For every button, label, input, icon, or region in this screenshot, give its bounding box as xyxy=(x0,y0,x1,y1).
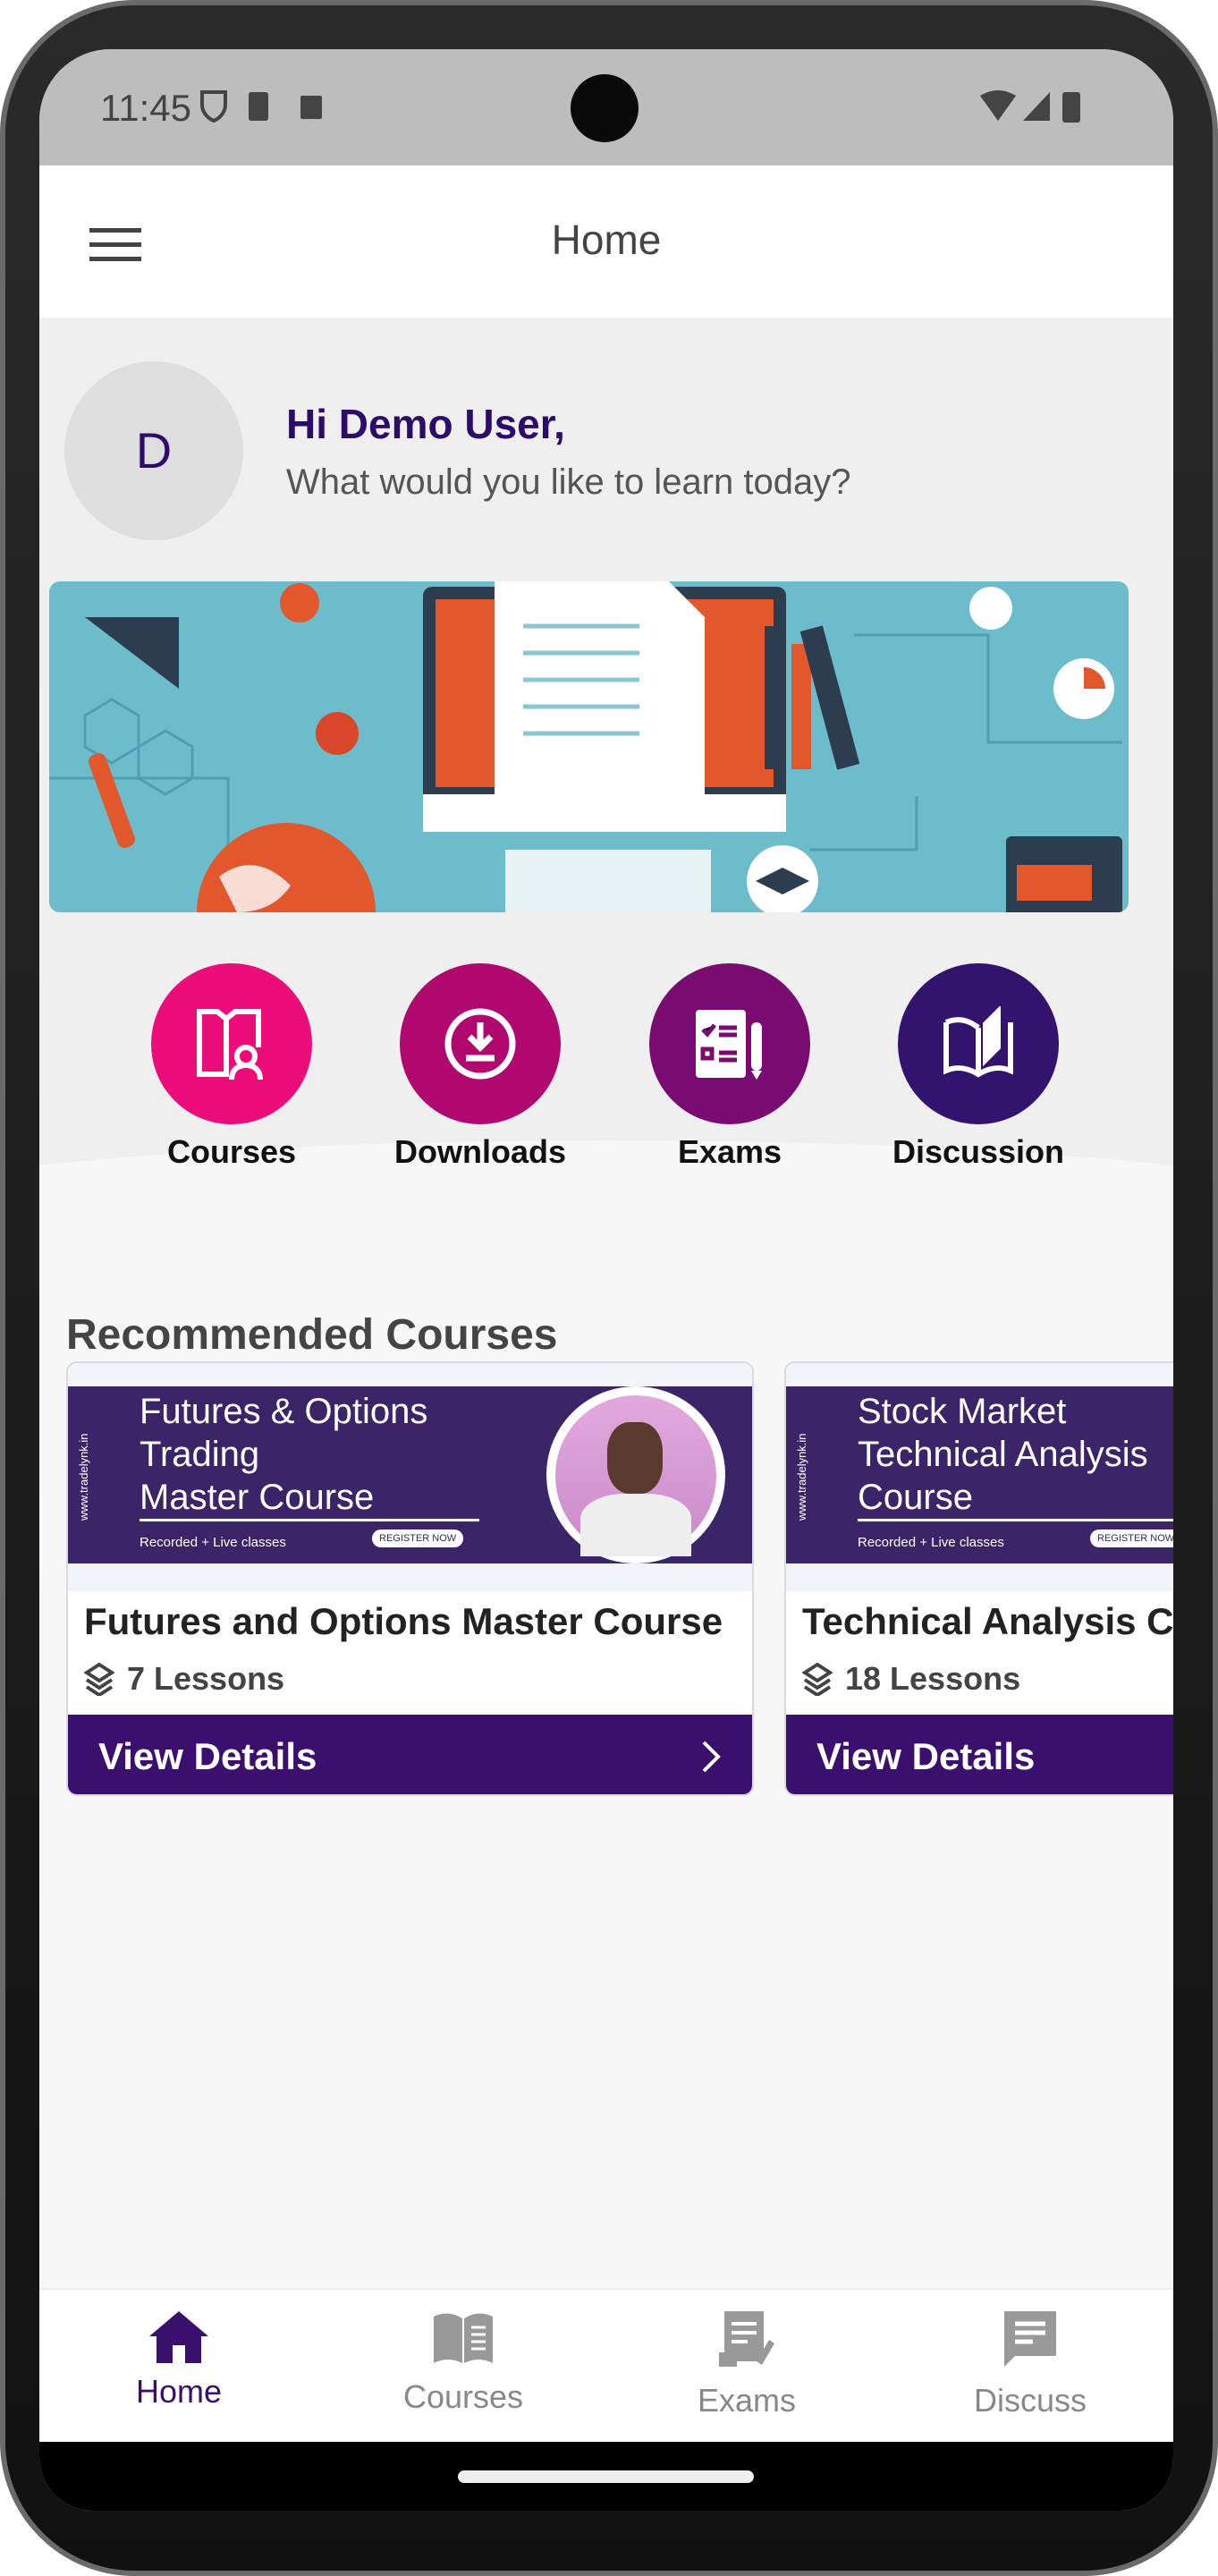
layers-icon xyxy=(802,1662,833,1696)
view-details-label: View Details xyxy=(98,1734,317,1777)
course-banner: www.tradelynk.in Stock Market Technical … xyxy=(786,1363,1173,1591)
home-icon xyxy=(149,2311,208,2363)
banner-cta: REGISTER NOW xyxy=(372,1530,464,1547)
nav-courses[interactable]: Courses xyxy=(356,2309,571,2416)
status-time: 11:45 xyxy=(100,87,191,129)
course-card[interactable]: www.tradelynk.in Futures & Options Tradi… xyxy=(66,1361,754,1796)
bottom-nav: Home Courses Exams Discuss xyxy=(39,2288,1173,2442)
page-title: Home xyxy=(551,216,662,263)
greeting-subtitle: What would you like to learn today? xyxy=(286,462,851,502)
chevron-right-icon xyxy=(702,1741,721,1772)
course-lessons: 18 Lessons xyxy=(845,1660,1021,1697)
banner-line: Stock Market xyxy=(858,1392,1067,1431)
course-card[interactable]: www.tradelynk.in Stock Market Technical … xyxy=(784,1361,1173,1796)
nav-discuss[interactable]: Discuss xyxy=(923,2309,1138,2419)
greeting-title: Hi Demo User, xyxy=(286,401,565,447)
course-banner: www.tradelynk.in Futures & Options Tradi… xyxy=(68,1363,752,1591)
course-title: Futures and Options Master Course xyxy=(84,1600,723,1642)
banner-tag: Recorded + Live classes xyxy=(858,1535,1004,1550)
instructor-photo xyxy=(555,1395,716,1556)
quick-action-exams[interactable]: Exams xyxy=(631,963,828,1171)
book-icon xyxy=(434,2313,493,2363)
status-system-icons xyxy=(980,90,1080,123)
layers-icon xyxy=(84,1662,114,1696)
quick-action-label: Courses xyxy=(166,1133,297,1170)
home-gesture-handle[interactable] xyxy=(458,2470,754,2483)
recommended-heading: Recommended Courses xyxy=(66,1311,558,1359)
nav-home[interactable]: Home xyxy=(72,2309,286,2411)
quick-action-discussion[interactable]: Discussion xyxy=(880,963,1077,1171)
course-lessons: 7 Lessons xyxy=(127,1660,285,1697)
banner-site: www.tradelynk.in xyxy=(77,1433,90,1521)
banner-line: Course xyxy=(858,1476,1173,1521)
banner-line: Trading xyxy=(140,1435,260,1474)
download-icon xyxy=(400,963,561,1124)
course-title: Technical Analysis Course xyxy=(802,1600,1173,1642)
banner-cta: REGISTER NOW xyxy=(1090,1530,1173,1547)
nav-label: Home xyxy=(135,2373,223,2410)
banner-line: Futures & Options xyxy=(140,1392,428,1431)
quick-action-label: Exams xyxy=(677,1133,782,1170)
nav-label: Discuss xyxy=(973,2382,1087,2419)
nav-exams[interactable]: Exams xyxy=(639,2309,854,2419)
nav-label: Exams xyxy=(697,2382,797,2419)
avatar[interactable]: D xyxy=(64,361,243,540)
chat-icon xyxy=(1004,2311,1056,2367)
checklist-icon xyxy=(649,963,810,1124)
nav-label: Courses xyxy=(402,2378,524,2415)
banner-tag: Recorded + Live classes xyxy=(140,1535,286,1550)
exam-icon xyxy=(719,2311,774,2367)
status-notification-icons xyxy=(200,90,322,123)
book-user-icon xyxy=(151,963,312,1124)
open-book-icon xyxy=(898,963,1059,1124)
banner-line: Technical Analysis xyxy=(858,1435,1148,1474)
view-details-label: View Details xyxy=(816,1734,1036,1777)
quick-action-courses[interactable]: Courses xyxy=(133,963,330,1171)
status-bar: 11:45 xyxy=(39,49,1173,165)
quick-action-downloads[interactable]: Downloads xyxy=(382,963,579,1171)
app-header: Home xyxy=(39,165,1173,318)
front-camera xyxy=(571,74,639,142)
quick-action-label: Downloads xyxy=(393,1133,566,1170)
education-illustration xyxy=(49,581,1122,912)
quick-action-label: Discussion xyxy=(892,1133,1065,1170)
system-nav-bar xyxy=(39,2442,1173,2511)
banner-site: www.tradelynk.in xyxy=(795,1433,808,1521)
hero-banner[interactable] xyxy=(49,581,1129,912)
view-details-button[interactable]: View Details xyxy=(68,1715,752,1794)
banner-line: Master Course xyxy=(140,1476,479,1521)
screen: 11:45 Home D Hi Demo User, What would yo… xyxy=(39,49,1173,2511)
view-details-button[interactable]: View Details xyxy=(786,1715,1173,1794)
